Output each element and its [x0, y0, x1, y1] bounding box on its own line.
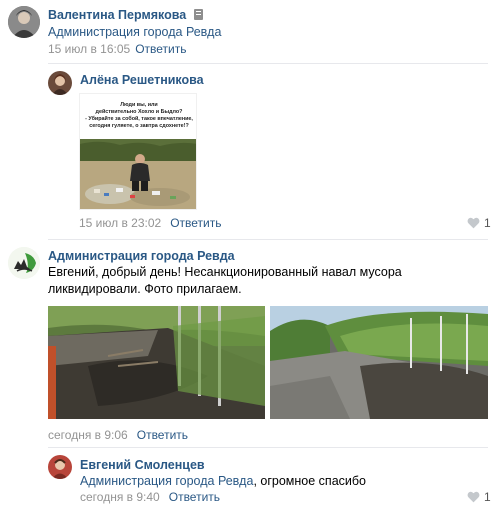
like-count: 1: [484, 216, 491, 230]
comment-text-line: ликвидировали. Фото прилагаем.: [48, 282, 242, 296]
comment-meta: 15 июл в 16:05 Ответить: [48, 42, 187, 56]
reply-button[interactable]: Ответить: [137, 428, 188, 442]
heart-icon: [467, 217, 480, 229]
comment-photo[interactable]: [48, 306, 265, 419]
badge-icon: [193, 9, 203, 20]
comment-meta: 15 июл в 23:02 Ответить: [79, 216, 222, 230]
reply-to-link[interactable]: Администрация города Ревда: [80, 474, 253, 488]
like-button[interactable]: 1: [467, 216, 491, 230]
divider: [48, 63, 488, 64]
comment-author[interactable]: Валентина Пермякова: [48, 8, 203, 22]
comment-time[interactable]: сегодня в 9:40: [80, 490, 160, 504]
reply-button[interactable]: Ответить: [170, 216, 221, 230]
photo-caption: Люди вы, или действительно Хохло и Быдло…: [85, 102, 193, 129]
like-button[interactable]: 1: [467, 490, 491, 504]
avatar[interactable]: [48, 455, 72, 479]
heart-icon: [467, 491, 480, 503]
comment-text: Евгений, добрый день! Несанкционированны…: [48, 264, 402, 298]
reply-to-link[interactable]: Администрация города Ревда: [48, 25, 221, 39]
comment-text-rest: , огромное спасибо: [253, 474, 366, 488]
like-count: 1: [484, 490, 491, 504]
comment-author[interactable]: Алёна Решетникова: [80, 73, 204, 87]
comment-photo[interactable]: [270, 306, 488, 419]
comment-meta: сегодня в 9:06 Ответить: [48, 428, 188, 442]
comment-time[interactable]: сегодня в 9:06: [48, 428, 128, 442]
avatar[interactable]: [8, 247, 40, 279]
comment-text-line: Евгений, добрый день! Несанкционированны…: [48, 265, 402, 279]
divider: [48, 239, 488, 240]
comment-meta: сегодня в 9:40 Ответить: [80, 490, 220, 504]
avatar[interactable]: [8, 6, 40, 38]
avatar[interactable]: [48, 71, 72, 95]
reply-button[interactable]: Ответить: [169, 490, 220, 504]
comment-photo[interactable]: Люди вы, или действительно Хохло и Быдло…: [79, 93, 197, 210]
comment-text: Администрация города Ревда, огромное спа…: [80, 474, 366, 488]
reply-button[interactable]: Ответить: [135, 42, 186, 56]
comment-time[interactable]: 15 июл в 16:05: [48, 42, 130, 56]
divider: [48, 447, 488, 448]
comment-time[interactable]: 15 июл в 23:02: [79, 216, 161, 230]
comment-author[interactable]: Евгений Смоленцев: [80, 458, 205, 472]
comment-author[interactable]: Администрация города Ревда: [48, 249, 235, 263]
